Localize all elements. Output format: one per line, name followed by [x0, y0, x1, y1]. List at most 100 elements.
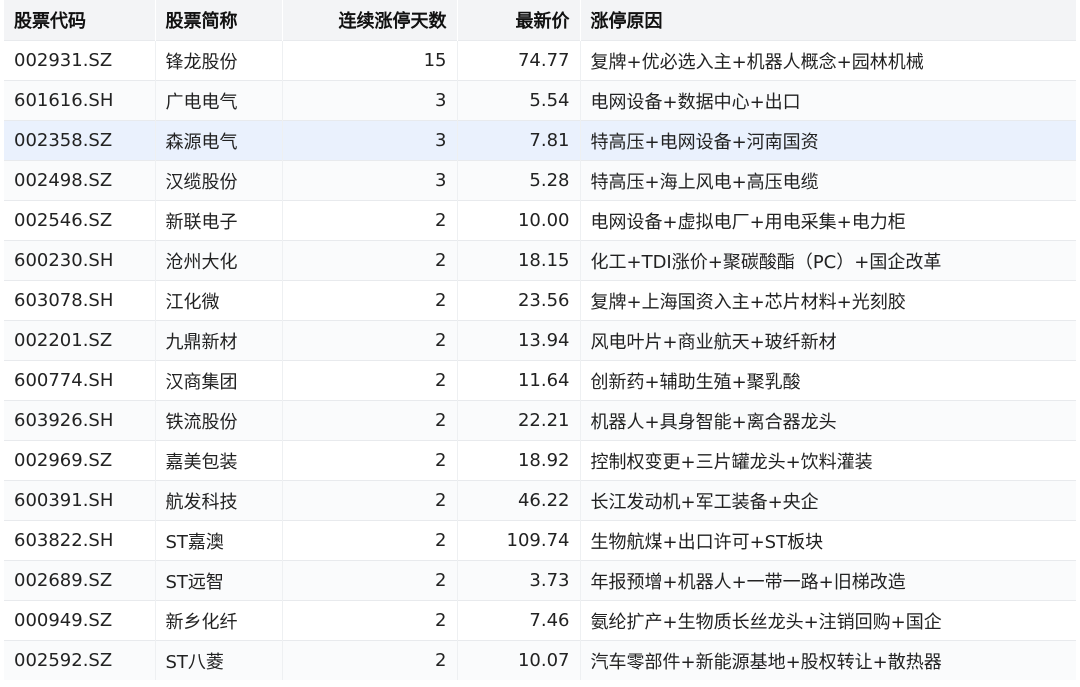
cell-latest-price: 109.74 — [457, 520, 581, 561]
cell-latest-price: 5.54 — [457, 80, 581, 121]
cell-stock-code: 002358.SZ — [4, 120, 156, 161]
cell-latest-price: 10.07 — [457, 640, 581, 680]
cell-latest-price: 5.28 — [457, 160, 581, 201]
table-body: 002931.SZ 锋龙股份 15 74.77 复牌+优必选入主+机器人概念+园… — [4, 40, 1076, 680]
cell-latest-price: 18.92 — [457, 440, 581, 481]
table-row[interactable]: 000949.SZ 新乡化纤 2 7.46 氨纶扩产+生物质长丝龙头+注销回购+… — [4, 600, 1076, 641]
cell-limit-up-reason: 电网设备+数据中心+出口 — [580, 80, 1076, 121]
cell-stock-code: 603822.SH — [4, 520, 156, 561]
cell-consecutive-days: 2 — [282, 320, 458, 361]
cell-stock-name: 锋龙股份 — [155, 40, 283, 81]
cell-stock-name: 嘉美包装 — [155, 440, 283, 481]
cell-stock-name: 航发科技 — [155, 480, 283, 521]
cell-latest-price: 10.00 — [457, 200, 581, 241]
cell-stock-name: 新联电子 — [155, 200, 283, 241]
cell-limit-up-reason: 复牌+优必选入主+机器人概念+园林机械 — [580, 40, 1076, 81]
cell-stock-code: 000949.SZ — [4, 600, 156, 641]
cell-stock-name: 汉商集团 — [155, 360, 283, 401]
cell-limit-up-reason: 生物航煤+出口许可+ST板块 — [580, 520, 1076, 561]
cell-stock-name: ST远智 — [155, 560, 283, 601]
cell-consecutive-days: 3 — [282, 160, 458, 201]
cell-limit-up-reason: 化工+TDI涨价+聚碳酸酯（PC）+国企改革 — [580, 240, 1076, 281]
cell-consecutive-days: 2 — [282, 200, 458, 241]
cell-limit-up-reason: 长江发动机+军工装备+央企 — [580, 480, 1076, 521]
header-stock-name[interactable]: 股票简称 — [155, 0, 283, 41]
cell-stock-code: 002546.SZ — [4, 200, 156, 241]
table-row[interactable]: 601616.SH 广电电气 3 5.54 电网设备+数据中心+出口 — [4, 80, 1076, 121]
cell-stock-name: 沧州大化 — [155, 240, 283, 281]
cell-stock-code: 002592.SZ — [4, 640, 156, 680]
cell-limit-up-reason: 风电叶片+商业航天+玻纤新材 — [580, 320, 1076, 361]
cell-latest-price: 23.56 — [457, 280, 581, 321]
cell-stock-code: 002201.SZ — [4, 320, 156, 361]
cell-latest-price: 7.46 — [457, 600, 581, 641]
cell-latest-price: 13.94 — [457, 320, 581, 361]
cell-limit-up-reason: 年报预增+机器人+一带一路+旧梯改造 — [580, 560, 1076, 601]
cell-stock-code: 002969.SZ — [4, 440, 156, 481]
table-row[interactable]: 002969.SZ 嘉美包装 2 18.92 控制权变更+三片罐龙头+饮料灌装 — [4, 440, 1076, 481]
cell-latest-price: 3.73 — [457, 560, 581, 601]
cell-stock-code: 600230.SH — [4, 240, 156, 281]
cell-limit-up-reason: 创新药+辅助生殖+聚乳酸 — [580, 360, 1076, 401]
cell-consecutive-days: 2 — [282, 280, 458, 321]
header-limit-up-reason[interactable]: 涨停原因 — [580, 0, 1076, 41]
table-row[interactable]: 603926.SH 铁流股份 2 22.21 机器人+具身智能+离合器龙头 — [4, 400, 1076, 441]
cell-limit-up-reason: 复牌+上海国资入主+芯片材料+光刻胶 — [580, 280, 1076, 321]
cell-latest-price: 7.81 — [457, 120, 581, 161]
cell-stock-code: 002689.SZ — [4, 560, 156, 601]
cell-consecutive-days: 2 — [282, 480, 458, 521]
cell-consecutive-days: 2 — [282, 360, 458, 401]
table-row[interactable]: 600230.SH 沧州大化 2 18.15 化工+TDI涨价+聚碳酸酯（PC）… — [4, 240, 1076, 281]
stock-table-container: 股票代码 股票简称 连续涨停天数 最新价 涨停原因 002931.SZ 锋龙股份… — [4, 0, 1076, 680]
cell-stock-name: 铁流股份 — [155, 400, 283, 441]
header-consecutive-days[interactable]: 连续涨停天数 — [282, 0, 458, 41]
header-stock-code[interactable]: 股票代码 — [4, 0, 156, 41]
table-row-hovered[interactable]: 002358.SZ 森源电气 3 7.81 特高压+电网设备+河南国资 — [4, 120, 1076, 161]
table-header: 股票代码 股票简称 连续涨停天数 最新价 涨停原因 — [4, 0, 1076, 41]
cell-stock-name: 广电电气 — [155, 80, 283, 121]
cell-stock-code: 600774.SH — [4, 360, 156, 401]
header-row: 股票代码 股票简称 连续涨停天数 最新价 涨停原因 — [4, 0, 1076, 41]
cell-stock-name: 江化微 — [155, 280, 283, 321]
cell-stock-code: 603926.SH — [4, 400, 156, 441]
cell-consecutive-days: 2 — [282, 560, 458, 601]
cell-limit-up-reason: 电网设备+虚拟电厂+用电采集+电力柜 — [580, 200, 1076, 241]
table-row[interactable]: 002931.SZ 锋龙股份 15 74.77 复牌+优必选入主+机器人概念+园… — [4, 40, 1076, 81]
cell-stock-name: ST八菱 — [155, 640, 283, 680]
cell-consecutive-days: 2 — [282, 600, 458, 641]
table-row[interactable]: 603078.SH 江化微 2 23.56 复牌+上海国资入主+芯片材料+光刻胶 — [4, 280, 1076, 321]
table-row[interactable]: 002592.SZ ST八菱 2 10.07 汽车零部件+新能源基地+股权转让+… — [4, 640, 1076, 680]
cell-stock-code: 002498.SZ — [4, 160, 156, 201]
table-row[interactable]: 600391.SH 航发科技 2 46.22 长江发动机+军工装备+央企 — [4, 480, 1076, 521]
cell-consecutive-days: 3 — [282, 80, 458, 121]
cell-latest-price: 11.64 — [457, 360, 581, 401]
cell-stock-code: 002931.SZ — [4, 40, 156, 81]
table-row[interactable]: 002689.SZ ST远智 2 3.73 年报预增+机器人+一带一路+旧梯改造 — [4, 560, 1076, 601]
table-row[interactable]: 600774.SH 汉商集团 2 11.64 创新药+辅助生殖+聚乳酸 — [4, 360, 1076, 401]
cell-stock-code: 600391.SH — [4, 480, 156, 521]
cell-limit-up-reason: 氨纶扩产+生物质长丝龙头+注销回购+国企 — [580, 600, 1076, 641]
cell-limit-up-reason: 特高压+电网设备+河南国资 — [580, 120, 1076, 161]
table-row[interactable]: 002201.SZ 九鼎新材 2 13.94 风电叶片+商业航天+玻纤新材 — [4, 320, 1076, 361]
cell-stock-name: 汉缆股份 — [155, 160, 283, 201]
limit-up-stock-table: 股票代码 股票简称 连续涨停天数 最新价 涨停原因 002931.SZ 锋龙股份… — [4, 0, 1076, 680]
cell-latest-price: 46.22 — [457, 480, 581, 521]
cell-stock-code: 601616.SH — [4, 80, 156, 121]
cell-stock-code: 603078.SH — [4, 280, 156, 321]
cell-consecutive-days: 2 — [282, 400, 458, 441]
cell-latest-price: 18.15 — [457, 240, 581, 281]
cell-stock-name: ST嘉澳 — [155, 520, 283, 561]
table-row[interactable]: 002546.SZ 新联电子 2 10.00 电网设备+虚拟电厂+用电采集+电力… — [4, 200, 1076, 241]
cell-limit-up-reason: 控制权变更+三片罐龙头+饮料灌装 — [580, 440, 1076, 481]
cell-latest-price: 74.77 — [457, 40, 581, 81]
cell-limit-up-reason: 机器人+具身智能+离合器龙头 — [580, 400, 1076, 441]
cell-consecutive-days: 2 — [282, 520, 458, 561]
cell-limit-up-reason: 特高压+海上风电+高压电缆 — [580, 160, 1076, 201]
table-row[interactable]: 603822.SH ST嘉澳 2 109.74 生物航煤+出口许可+ST板块 — [4, 520, 1076, 561]
header-latest-price[interactable]: 最新价 — [457, 0, 581, 41]
cell-stock-name: 九鼎新材 — [155, 320, 283, 361]
table-row[interactable]: 002498.SZ 汉缆股份 3 5.28 特高压+海上风电+高压电缆 — [4, 160, 1076, 201]
cell-consecutive-days: 2 — [282, 440, 458, 481]
cell-limit-up-reason: 汽车零部件+新能源基地+股权转让+散热器 — [580, 640, 1076, 680]
cell-consecutive-days: 2 — [282, 640, 458, 680]
